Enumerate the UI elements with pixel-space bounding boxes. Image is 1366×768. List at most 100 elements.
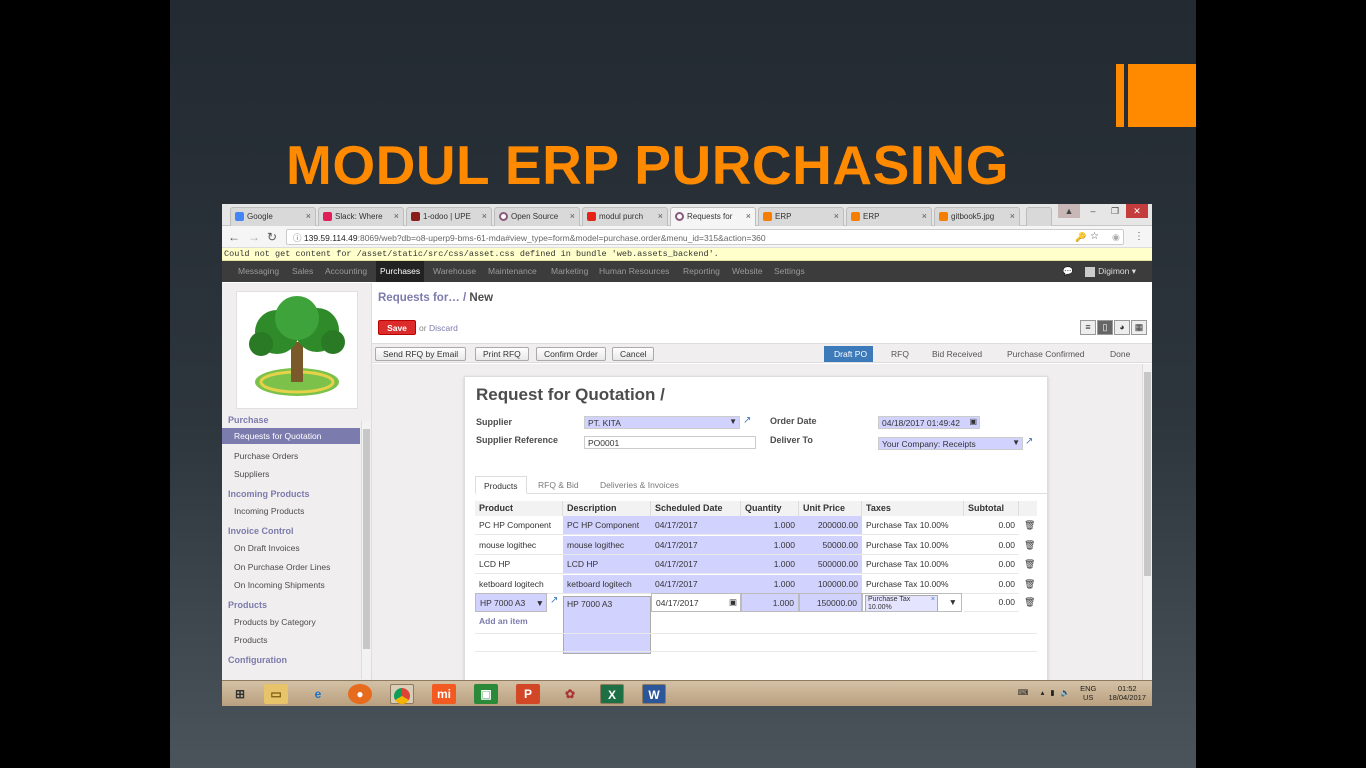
sidebar-item-on-incoming-shipments[interactable]: On Incoming Shipments: [234, 580, 325, 590]
product-cell[interactable]: LCD HP: [475, 555, 563, 574]
quantity-field[interactable]: 1.000: [741, 593, 799, 612]
word-icon[interactable]: W: [642, 684, 666, 704]
product-field[interactable]: HP 7000 A3 ▼: [475, 593, 547, 612]
url-input[interactable]: ⓘ 139.59.114.49:8069/web?db=o8-uperp9-bm…: [286, 229, 1124, 245]
menu-human-resources[interactable]: Human Resources: [599, 266, 669, 276]
key-icon[interactable]: 🔑: [1075, 232, 1086, 243]
sidebar-item-on-purchase-order-lines[interactable]: On Purchase Order Lines: [234, 562, 330, 572]
qty-cell[interactable]: 1.000: [741, 516, 799, 535]
close-icon[interactable]: ×: [394, 211, 399, 221]
taxes-field[interactable]: Purchase Tax 10.00% × ▼: [862, 593, 962, 612]
menu-accounting[interactable]: Accounting: [325, 266, 367, 276]
close-icon[interactable]: ×: [1010, 211, 1015, 221]
sidebar-scrollbar[interactable]: [361, 421, 371, 679]
network-icon[interactable]: ▮: [1050, 688, 1054, 697]
sidebar-item-products-by-category[interactable]: Products by Category: [234, 617, 316, 627]
tab-deliveries-invoices[interactable]: Deliveries & Invoices: [592, 476, 687, 494]
price-cell[interactable]: 50000.00: [799, 535, 862, 555]
menu-maintenance[interactable]: Maintenance: [488, 266, 537, 276]
calendar-view-icon[interactable]: ▦: [1131, 320, 1147, 335]
menu-warehouse[interactable]: Warehouse: [433, 266, 476, 276]
print-rfq-button[interactable]: Print RFQ: [475, 347, 529, 361]
forward-icon[interactable]: →: [248, 230, 260, 244]
list-view-icon[interactable]: ≡: [1080, 320, 1096, 335]
start-icon[interactable]: ⊞: [228, 684, 252, 704]
restore-icon[interactable]: ❐: [1104, 204, 1126, 218]
excel-icon[interactable]: X: [600, 684, 624, 704]
browser-tab[interactable]: modul purch ×: [582, 207, 668, 226]
subtotal-cell[interactable]: 0.00: [964, 575, 1019, 594]
scrollbar-thumb[interactable]: [1144, 372, 1151, 576]
close-icon[interactable]: ×: [482, 211, 487, 221]
deliver-to-field[interactable]: Your Company: Receipts ▼: [878, 437, 1023, 450]
product-cell[interactable]: ketboard logitech: [475, 575, 563, 594]
extension-icon[interactable]: ◉: [1112, 232, 1120, 243]
dropdown-arrow-icon[interactable]: ▼: [729, 417, 737, 426]
price-cell[interactable]: 100000.00: [799, 574, 862, 594]
qty-cell[interactable]: 1.000: [741, 535, 799, 555]
subtotal-cell[interactable]: 0.00: [964, 516, 1019, 535]
browser-tab[interactable]: ERP ×: [758, 207, 844, 226]
trash-icon[interactable]: 🗑: [1024, 579, 1035, 590]
language-indicator[interactable]: ENG US: [1080, 684, 1096, 702]
external-link-icon[interactable]: ↗: [550, 595, 558, 606]
external-link-icon[interactable]: ↗: [743, 415, 751, 426]
add-item-link[interactable]: Add an item: [479, 616, 528, 626]
external-link-icon[interactable]: ↗: [1025, 436, 1033, 447]
sidebar-item-on-draft-invoices[interactable]: On Draft Invoices: [234, 543, 300, 553]
breadcrumb-parent[interactable]: Requests for…: [378, 292, 460, 304]
window-close-icon[interactable]: ✕: [1126, 204, 1148, 218]
minimize-icon[interactable]: –: [1082, 204, 1104, 218]
date-cell[interactable]: 04/17/2017: [651, 535, 741, 555]
browser-tab-active[interactable]: Requests for ×: [670, 207, 756, 226]
browser-tab[interactable]: Slack: Where ×: [318, 207, 404, 226]
column-description[interactable]: Description: [563, 501, 651, 516]
keyboard-icon[interactable]: ⌨: [1018, 688, 1029, 697]
price-cell[interactable]: 500000.00: [799, 555, 862, 574]
new-tab-button[interactable]: [1026, 207, 1052, 226]
discard-link[interactable]: Discard: [429, 323, 458, 333]
tax-cell[interactable]: Purchase Tax 10.00%: [862, 516, 964, 535]
scheduled-date-field[interactable]: 04/17/2017 ▣: [651, 593, 741, 612]
menu-marketing[interactable]: Marketing: [551, 266, 588, 276]
dropdown-arrow-icon[interactable]: ▼: [1012, 438, 1020, 447]
column-unit-price[interactable]: Unit Price: [799, 501, 862, 516]
remove-tag-icon[interactable]: ×: [931, 596, 935, 604]
send-rfq-email-button[interactable]: Send RFQ by Email: [375, 347, 467, 361]
trash-icon[interactable]: 🗑: [1024, 520, 1035, 531]
product-cell[interactable]: mouse logithec: [475, 536, 563, 555]
file-explorer-icon[interactable]: ▭: [264, 684, 288, 704]
dropdown-arrow-icon[interactable]: ▼: [536, 598, 544, 608]
user-profile-icon[interactable]: ▲: [1058, 204, 1080, 218]
mi-icon[interactable]: mi: [432, 684, 456, 704]
sidebar-item-purchase-orders[interactable]: Purchase Orders: [234, 451, 298, 461]
menu-settings[interactable]: Settings: [774, 266, 805, 276]
confirm-order-button[interactable]: Confirm Order: [536, 347, 606, 361]
qty-cell[interactable]: 1.000: [741, 574, 799, 594]
close-icon[interactable]: ×: [746, 211, 751, 221]
close-icon[interactable]: ×: [834, 211, 839, 221]
supplier-reference-field[interactable]: PO0001: [584, 436, 756, 449]
calendar-icon[interactable]: ▣: [969, 417, 977, 426]
sidebar-item-products[interactable]: Products: [234, 635, 268, 645]
form-view-icon[interactable]: ▯: [1097, 320, 1113, 335]
back-icon[interactable]: ←: [228, 230, 240, 244]
menu-purchases[interactable]: Purchases: [376, 261, 425, 282]
calendar-icon[interactable]: ▣: [729, 597, 737, 608]
cancel-button[interactable]: Cancel: [612, 347, 655, 361]
column-taxes[interactable]: Taxes: [862, 501, 964, 516]
tax-cell[interactable]: Purchase Tax 10.00%: [862, 536, 964, 555]
paint-icon[interactable]: ✿: [558, 684, 582, 704]
menu-icon[interactable]: ⋮: [1134, 231, 1144, 242]
qty-cell[interactable]: 1.000: [741, 555, 799, 574]
column-scheduled-date[interactable]: Scheduled Date: [651, 501, 741, 516]
product-cell[interactable]: PC HP Component: [475, 516, 563, 535]
sidebar-item-suppliers[interactable]: Suppliers: [234, 469, 269, 479]
supplier-field[interactable]: PT. KITA ▼: [584, 416, 740, 429]
powerpoint-icon[interactable]: P: [516, 684, 540, 704]
browser-tab[interactable]: ERP ×: [846, 207, 932, 226]
browser-tab[interactable]: gitbook5.jpg ×: [934, 207, 1020, 226]
browser-tab[interactable]: Open Source ×: [494, 207, 580, 226]
date-cell[interactable]: 04/17/2017: [651, 516, 741, 535]
store-icon[interactable]: ▣: [474, 684, 498, 704]
